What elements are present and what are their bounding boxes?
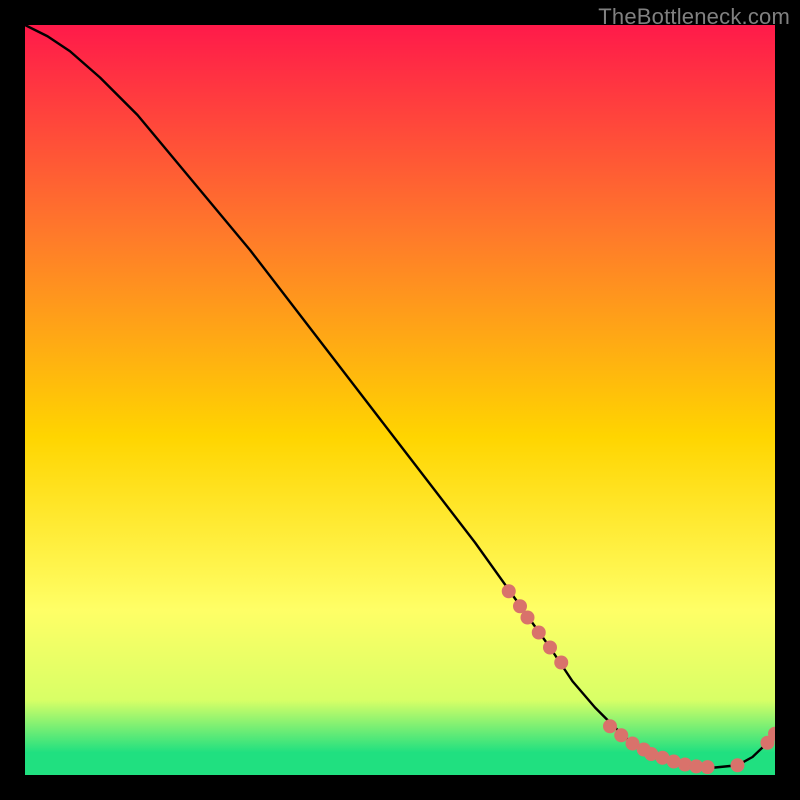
chart-container: TheBottleneck.com [0,0,800,800]
data-marker [731,758,745,772]
data-marker [532,626,546,640]
chart-svg [25,25,775,775]
gradient-background [25,25,775,775]
data-marker [521,611,535,625]
data-marker [554,656,568,670]
data-marker [502,584,516,598]
data-marker [614,728,628,742]
data-marker [701,760,715,774]
data-marker [603,719,617,733]
data-marker [543,641,557,655]
plot-area [25,25,775,775]
watermark-label: TheBottleneck.com [598,4,790,30]
